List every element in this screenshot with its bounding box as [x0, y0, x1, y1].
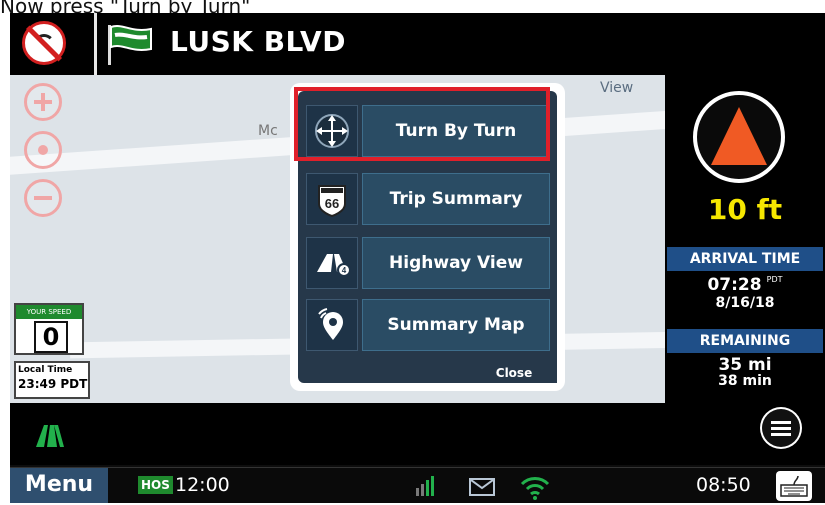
speed-indicator: YOUR SPEED 0: [14, 303, 84, 355]
menu-item-label: Summary Map: [362, 299, 550, 351]
arrival-date: 8/16/18: [715, 295, 775, 311]
compass-icon[interactable]: [693, 91, 785, 183]
truck-highway-icon: 4: [306, 237, 358, 289]
status-bar: Menu HOS 12:00 08:50: [10, 467, 825, 503]
view-options-popup: Turn By Turn 66 Trip Summary 4 Highway V…: [290, 83, 565, 391]
remaining-time: 38 min: [718, 373, 772, 389]
hamburger-menu-icon[interactable]: [760, 407, 802, 449]
navigation-panel: 10 ft ARRIVAL TIME 07:28 PDT 8/16/18 REM…: [665, 75, 825, 403]
map-pin-icon: [306, 299, 358, 351]
view-label: View: [600, 80, 634, 96]
keyboard-icon[interactable]: [776, 471, 812, 501]
current-street-name: LUSK BLVD: [170, 25, 346, 58]
arrival-time-header: ARRIVAL TIME: [667, 247, 823, 271]
local-time-box: Local Time 23:49 PDT: [14, 361, 90, 399]
speed-value: 0: [34, 321, 68, 353]
status-clock: 08:50: [696, 474, 751, 496]
speed-label: YOUR SPEED: [16, 305, 82, 319]
waving-flag-icon: [108, 25, 152, 65]
highlight-box: [294, 87, 550, 161]
divider: [94, 13, 97, 75]
route-66-shield-icon: 66: [306, 173, 358, 225]
lane-bar: [10, 403, 825, 465]
arrival-timezone: PDT: [766, 275, 783, 284]
close-button[interactable]: Close: [471, 363, 557, 383]
zoom-out-button[interactable]: [24, 179, 62, 217]
local-time-value: 23:49 PDT: [18, 377, 88, 391]
remaining-info: 35 mi 38 min: [665, 355, 825, 390]
menu-item-trip-summary[interactable]: 66 Trip Summary: [306, 173, 550, 225]
arrival-info: 07:28 PDT 8/16/18: [665, 275, 825, 311]
menu-item-label: Trip Summary: [362, 173, 550, 225]
remaining-distance: 35 mi: [718, 355, 772, 375]
no-signal-icon[interactable]: [22, 21, 66, 65]
wifi-icon: [520, 477, 550, 500]
arrival-time: 07:28: [707, 275, 762, 295]
hos-badge[interactable]: HOS: [138, 476, 173, 494]
mail-icon[interactable]: [469, 478, 495, 496]
local-time-label: Local Time: [18, 365, 73, 375]
svg-text:4: 4: [342, 266, 347, 275]
zoom-in-button[interactable]: [24, 83, 62, 121]
nav-device-screen: LUSK BLVD Mc View YOUR SPEED 0 Local Tim…: [10, 13, 825, 503]
lane-guidance-icon[interactable]: [34, 423, 66, 449]
top-bar: LUSK BLVD: [10, 13, 825, 75]
cell-signal-icon: [416, 476, 434, 496]
map-road-label: Mc: [258, 123, 278, 139]
remaining-header: REMAINING: [667, 329, 823, 353]
menu-item-summary-map[interactable]: Summary Map: [306, 299, 550, 351]
menu-button[interactable]: Menu: [10, 468, 108, 503]
svg-text:66: 66: [325, 196, 339, 211]
menu-item-label: Highway View: [362, 237, 550, 289]
hos-time: 12:00: [175, 474, 230, 496]
recenter-button[interactable]: [24, 131, 62, 169]
distance-to-turn: 10 ft: [707, 193, 783, 226]
menu-item-highway-view[interactable]: 4 Highway View: [306, 237, 550, 289]
